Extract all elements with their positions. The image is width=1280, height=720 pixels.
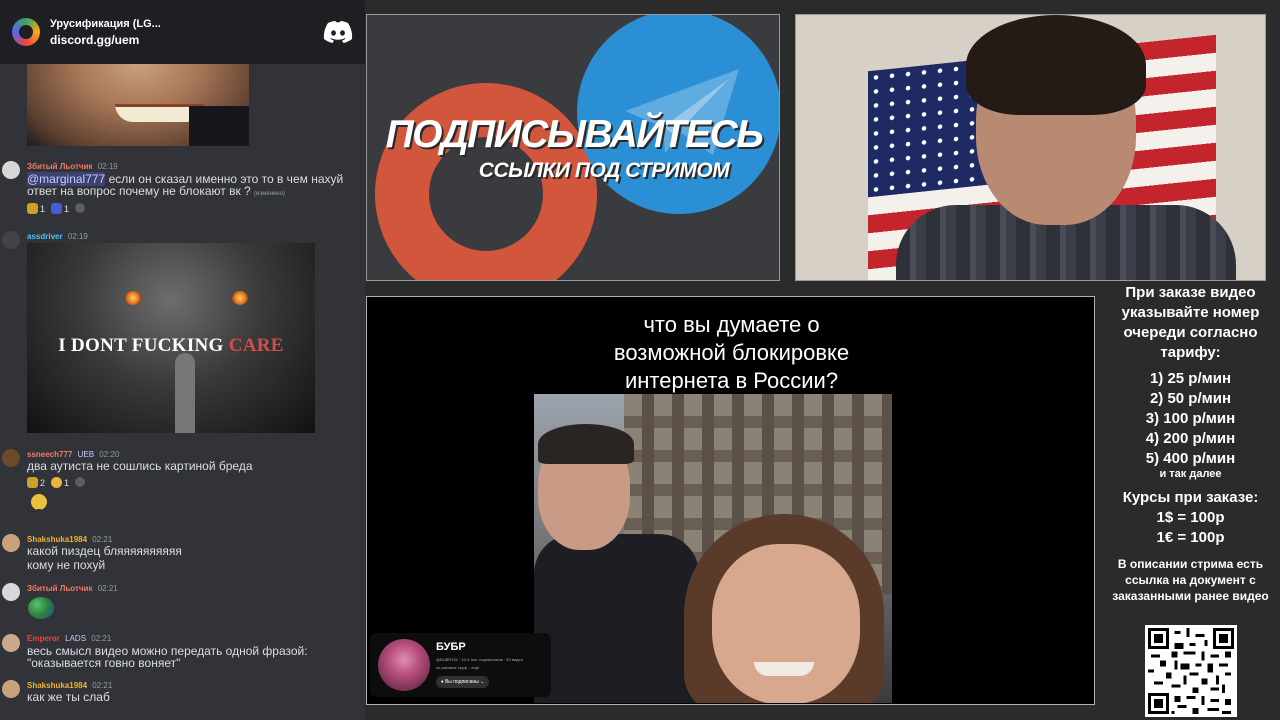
channel-avatar[interactable]	[378, 639, 430, 691]
tariff-list: 1) 25 р/мин 2) 50 р/мин 3) 100 р/мин 4) …	[1101, 369, 1280, 469]
tariff-item: 1) 25 р/мин	[1149, 370, 1232, 387]
user-avatar[interactable]	[2, 449, 20, 467]
webcam-feed	[795, 14, 1266, 281]
bell-icon: ♦	[441, 679, 444, 685]
stream-description-note: В описании стрима есть ссылка на докумен…	[1112, 557, 1269, 603]
message-text: кому не похуй	[27, 558, 106, 572]
meme-image-clown[interactable]: I DONT FUCKING CARE	[27, 243, 315, 433]
reaction[interactable]: 1	[27, 203, 45, 214]
user-avatar[interactable]	[2, 680, 20, 698]
video-frame	[534, 394, 892, 703]
user-avatar[interactable]	[2, 634, 20, 652]
rates-title: Курсы при заказе:	[1122, 489, 1259, 506]
message-time: 02:21	[97, 584, 118, 593]
message-username[interactable]: assdriver	[27, 232, 63, 241]
glowing-eye-icon	[125, 291, 141, 305]
channel-stats: @BUBR192 · 10,4 тыс. подписчиков · 53 ви…	[436, 657, 523, 662]
glowing-eye-icon	[232, 291, 248, 305]
message-username[interactable]: Збитый Льотчик	[27, 584, 92, 593]
server-invite-link[interactable]: discord.gg/uem	[50, 33, 323, 47]
chevron-down-icon: ⌄	[480, 679, 485, 685]
message-text: как же ты слаб	[27, 690, 110, 704]
message-text: @marginal777 если он сказал именно это т…	[27, 172, 344, 198]
order-notice: При заказе видео указывайте номер очеред…	[1121, 284, 1260, 361]
meme-caption: I DONT FUCKING CARE	[58, 335, 284, 356]
user-avatar[interactable]	[2, 231, 20, 249]
add-reaction-icon[interactable]	[75, 477, 86, 487]
sticker-icon[interactable]	[30, 493, 48, 519]
tariff-more: и так далее	[1159, 468, 1222, 480]
discord-logo-icon	[323, 21, 353, 43]
message-username[interactable]: Shakshuka1984	[27, 535, 87, 544]
reaction[interactable]: 1	[51, 477, 69, 488]
message-username[interactable]: Збитый Льотчик	[27, 162, 92, 171]
rate-usd: 1$ = 100р	[1156, 509, 1225, 526]
message-time: 02:21	[92, 535, 113, 544]
channel-card[interactable]: БУБР @BUBR192 · 10,4 тыс. подписчиков · …	[370, 633, 551, 697]
rate-eur: 1€ = 100р	[1156, 529, 1225, 546]
edited-marker: (изменено)	[254, 191, 285, 197]
tariff-item: 4) 200 р/мин	[1145, 430, 1236, 447]
message-time: 02:21	[91, 634, 112, 643]
user-avatar[interactable]	[2, 583, 20, 601]
role-tag: LADS	[65, 634, 87, 643]
meme-image-smile[interactable]	[27, 64, 249, 146]
subscribed-button[interactable]: ♦ Вы подписаны ⌄	[436, 676, 490, 688]
discord-chat-panel: Урусификация (LG... discord.gg/uem Збиты…	[0, 0, 365, 720]
server-header[interactable]: Урусификация (LG... discord.gg/uem	[0, 0, 365, 64]
message-time: 02:19	[67, 232, 88, 241]
server-name: Урусификация (LG...	[50, 17, 161, 30]
tariff-item: 5) 400 р/мин	[1145, 450, 1236, 467]
video-caption: что вы думаете о возможной блокировке ин…	[613, 312, 850, 393]
message-text: два аутиста не сошлись картиной бреда	[27, 459, 253, 473]
server-logo-icon	[12, 18, 40, 46]
user-avatar[interactable]	[2, 534, 20, 552]
promo-banner: ПОДПИСЫВАЙТЕСЬ ССЫЛКИ ПОД СТРИМОМ	[366, 14, 780, 281]
message-time: 02:19	[97, 162, 118, 171]
add-reaction-icon[interactable]	[75, 203, 86, 213]
role-tag: UEB	[77, 450, 95, 459]
video-player[interactable]: что вы думаете о возможной блокировке ин…	[366, 296, 1095, 705]
message-username[interactable]: Emperor	[27, 634, 60, 643]
channel-name[interactable]: БУБР	[436, 641, 466, 653]
message-time: 02:20	[99, 450, 120, 459]
reaction[interactable]: 2	[27, 477, 45, 488]
promo-subtitle: ССЫЛКИ ПОД СТРИМОМ	[478, 159, 730, 182]
tariff-item: 2) 50 р/мин	[1149, 390, 1232, 407]
qr-code[interactable]	[1145, 625, 1237, 717]
message-username[interactable]: ssneech777	[27, 450, 72, 459]
order-info-panel: При заказе видео указывайте номер очеред…	[1101, 283, 1280, 604]
reaction[interactable]: 1	[51, 203, 69, 214]
tariff-item: 3) 100 р/мин	[1145, 410, 1236, 427]
message-text: какой пиздец бляяяяяяяяяя	[27, 544, 182, 558]
user-avatar[interactable]	[2, 161, 20, 179]
message-text: "оказывается говно воняет"	[27, 656, 181, 670]
channel-about: по рисовое скуф ...ещё	[436, 665, 480, 670]
message-time: 02:21	[92, 681, 113, 690]
message-username[interactable]: Shakshuka1984	[27, 681, 87, 690]
globe-emoji-icon[interactable]	[28, 597, 54, 619]
promo-title: ПОДПИСЫВАЙТЕСЬ	[385, 113, 764, 156]
